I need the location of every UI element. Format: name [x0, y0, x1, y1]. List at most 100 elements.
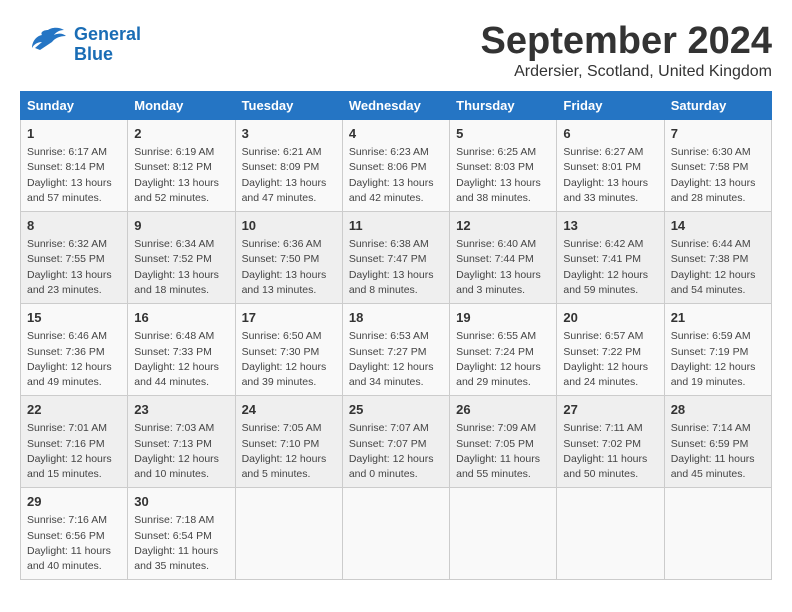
- day-info: Sunrise: 6:57 AM Sunset: 7:22 PM Dayligh…: [563, 329, 657, 390]
- day-number: 8: [27, 217, 121, 235]
- title-block: September 2024 Ardersier, Scotland, Unit…: [481, 20, 773, 81]
- calendar-cell: 30 Sunrise: 7:18 AM Sunset: 6:54 PM Dayli…: [128, 488, 235, 580]
- calendar-cell: 25 Sunrise: 7:07 AM Sunset: 7:07 PM Dayli…: [342, 396, 449, 488]
- day-info: Sunrise: 7:16 AM Sunset: 6:56 PM Dayligh…: [27, 513, 121, 574]
- day-number: 23: [134, 401, 228, 419]
- day-number: 14: [671, 217, 765, 235]
- col-header-thursday: Thursday: [450, 92, 557, 120]
- calendar-cell: 26 Sunrise: 7:09 AM Sunset: 7:05 PM Dayli…: [450, 396, 557, 488]
- calendar-table: SundayMondayTuesdayWednesdayThursdayFrid…: [20, 91, 772, 580]
- calendar-row: 15Sunrise: 6:46 AM Sunset: 7:36 PM Dayli…: [21, 304, 772, 396]
- calendar-cell: 21 Sunrise: 6:59 AM Sunset: 7:19 PM Dayli…: [664, 304, 771, 396]
- day-info: Sunrise: 7:03 AM Sunset: 7:13 PM Dayligh…: [134, 421, 228, 482]
- logo-bird-icon: [20, 20, 70, 70]
- day-number: 2: [134, 125, 228, 143]
- calendar-cell: [450, 488, 557, 580]
- day-info: Sunrise: 6:48 AM Sunset: 7:33 PM Dayligh…: [134, 329, 228, 390]
- calendar-row: 8Sunrise: 6:32 AM Sunset: 7:55 PM Daylig…: [21, 212, 772, 304]
- day-number: 15: [27, 309, 121, 327]
- page-header: General Blue September 2024 Ardersier, S…: [20, 20, 772, 81]
- day-number: 5: [456, 125, 550, 143]
- calendar-cell: 3 Sunrise: 6:21 AM Sunset: 8:09 PM Daylig…: [235, 120, 342, 212]
- day-info: Sunrise: 7:18 AM Sunset: 6:54 PM Dayligh…: [134, 513, 228, 574]
- day-info: Sunrise: 6:27 AM Sunset: 8:01 PM Dayligh…: [563, 145, 657, 206]
- day-info: Sunrise: 6:38 AM Sunset: 7:47 PM Dayligh…: [349, 237, 443, 298]
- day-info: Sunrise: 6:40 AM Sunset: 7:44 PM Dayligh…: [456, 237, 550, 298]
- calendar-cell: 8Sunrise: 6:32 AM Sunset: 7:55 PM Daylig…: [21, 212, 128, 304]
- day-info: Sunrise: 6:19 AM Sunset: 8:12 PM Dayligh…: [134, 145, 228, 206]
- logo-text: General Blue: [74, 25, 141, 65]
- day-number: 12: [456, 217, 550, 235]
- day-number: 3: [242, 125, 336, 143]
- calendar-cell: 27Sunrise: 7:11 AM Sunset: 7:02 PM Dayli…: [557, 396, 664, 488]
- day-info: Sunrise: 6:17 AM Sunset: 8:14 PM Dayligh…: [27, 145, 121, 206]
- day-info: Sunrise: 7:07 AM Sunset: 7:07 PM Dayligh…: [349, 421, 443, 482]
- calendar-cell: [664, 488, 771, 580]
- day-info: Sunrise: 6:25 AM Sunset: 8:03 PM Dayligh…: [456, 145, 550, 206]
- day-info: Sunrise: 6:42 AM Sunset: 7:41 PM Dayligh…: [563, 237, 657, 298]
- day-number: 29: [27, 493, 121, 511]
- calendar-cell: 18 Sunrise: 6:53 AM Sunset: 7:27 PM Dayli…: [342, 304, 449, 396]
- calendar-cell: 4Sunrise: 6:23 AM Sunset: 8:06 PM Daylig…: [342, 120, 449, 212]
- day-number: 10: [242, 217, 336, 235]
- day-info: Sunrise: 7:11 AM Sunset: 7:02 PM Dayligh…: [563, 421, 657, 482]
- day-number: 22: [27, 401, 121, 419]
- day-info: Sunrise: 6:50 AM Sunset: 7:30 PM Dayligh…: [242, 329, 336, 390]
- day-number: 13: [563, 217, 657, 235]
- day-number: 25: [349, 401, 443, 419]
- calendar-cell: 1 Sunrise: 6:17 AM Sunset: 8:14 PM Daylig…: [21, 120, 128, 212]
- day-number: 26: [456, 401, 550, 419]
- calendar-cell: 6 Sunrise: 6:27 AM Sunset: 8:01 PM Daylig…: [557, 120, 664, 212]
- day-info: Sunrise: 7:05 AM Sunset: 7:10 PM Dayligh…: [242, 421, 336, 482]
- day-info: Sunrise: 6:23 AM Sunset: 8:06 PM Dayligh…: [349, 145, 443, 206]
- calendar-row: 1 Sunrise: 6:17 AM Sunset: 8:14 PM Daylig…: [21, 120, 772, 212]
- col-header-sunday: Sunday: [21, 92, 128, 120]
- day-number: 17: [242, 309, 336, 327]
- day-number: 9: [134, 217, 228, 235]
- day-info: Sunrise: 7:09 AM Sunset: 7:05 PM Dayligh…: [456, 421, 550, 482]
- calendar-cell: 16 Sunrise: 6:48 AM Sunset: 7:33 PM Dayli…: [128, 304, 235, 396]
- col-header-monday: Monday: [128, 92, 235, 120]
- calendar-cell: [557, 488, 664, 580]
- calendar-cell: 29 Sunrise: 7:16 AM Sunset: 6:56 PM Dayli…: [21, 488, 128, 580]
- day-number: 6: [563, 125, 657, 143]
- day-number: 19: [456, 309, 550, 327]
- col-header-tuesday: Tuesday: [235, 92, 342, 120]
- month-title: September 2024: [481, 20, 773, 63]
- calendar-cell: 28Sunrise: 7:14 AM Sunset: 6:59 PM Dayli…: [664, 396, 771, 488]
- day-info: Sunrise: 6:36 AM Sunset: 7:50 PM Dayligh…: [242, 237, 336, 298]
- day-info: Sunrise: 6:44 AM Sunset: 7:38 PM Dayligh…: [671, 237, 765, 298]
- logo: General Blue: [20, 20, 141, 70]
- day-info: Sunrise: 6:55 AM Sunset: 7:24 PM Dayligh…: [456, 329, 550, 390]
- calendar-cell: 2 Sunrise: 6:19 AM Sunset: 8:12 PM Daylig…: [128, 120, 235, 212]
- calendar-cell: 10 Sunrise: 6:36 AM Sunset: 7:50 PM Dayli…: [235, 212, 342, 304]
- calendar-row: 22 Sunrise: 7:01 AM Sunset: 7:16 PM Dayli…: [21, 396, 772, 488]
- calendar-cell: [235, 488, 342, 580]
- calendar-cell: 12 Sunrise: 6:40 AM Sunset: 7:44 PM Dayli…: [450, 212, 557, 304]
- col-header-friday: Friday: [557, 92, 664, 120]
- day-info: Sunrise: 6:53 AM Sunset: 7:27 PM Dayligh…: [349, 329, 443, 390]
- day-number: 21: [671, 309, 765, 327]
- day-info: Sunrise: 7:01 AM Sunset: 7:16 PM Dayligh…: [27, 421, 121, 482]
- day-number: 28: [671, 401, 765, 419]
- day-info: Sunrise: 6:59 AM Sunset: 7:19 PM Dayligh…: [671, 329, 765, 390]
- calendar-cell: 5 Sunrise: 6:25 AM Sunset: 8:03 PM Daylig…: [450, 120, 557, 212]
- calendar-cell: 13 Sunrise: 6:42 AM Sunset: 7:41 PM Dayli…: [557, 212, 664, 304]
- calendar-cell: 15Sunrise: 6:46 AM Sunset: 7:36 PM Dayli…: [21, 304, 128, 396]
- calendar-cell: 9Sunrise: 6:34 AM Sunset: 7:52 PM Daylig…: [128, 212, 235, 304]
- day-number: 20: [563, 309, 657, 327]
- day-number: 30: [134, 493, 228, 511]
- header-row: SundayMondayTuesdayWednesdayThursdayFrid…: [21, 92, 772, 120]
- calendar-cell: 7Sunrise: 6:30 AM Sunset: 7:58 PM Daylig…: [664, 120, 771, 212]
- day-info: Sunrise: 6:21 AM Sunset: 8:09 PM Dayligh…: [242, 145, 336, 206]
- calendar-cell: 11Sunrise: 6:38 AM Sunset: 7:47 PM Dayli…: [342, 212, 449, 304]
- day-info: Sunrise: 6:30 AM Sunset: 7:58 PM Dayligh…: [671, 145, 765, 206]
- day-number: 1: [27, 125, 121, 143]
- calendar-row: 29 Sunrise: 7:16 AM Sunset: 6:56 PM Dayli…: [21, 488, 772, 580]
- calendar-cell: 20 Sunrise: 6:57 AM Sunset: 7:22 PM Dayli…: [557, 304, 664, 396]
- calendar-cell: 24Sunrise: 7:05 AM Sunset: 7:10 PM Dayli…: [235, 396, 342, 488]
- calendar-cell: 19 Sunrise: 6:55 AM Sunset: 7:24 PM Dayli…: [450, 304, 557, 396]
- day-number: 16: [134, 309, 228, 327]
- logo-line1: General: [74, 24, 141, 44]
- day-number: 18: [349, 309, 443, 327]
